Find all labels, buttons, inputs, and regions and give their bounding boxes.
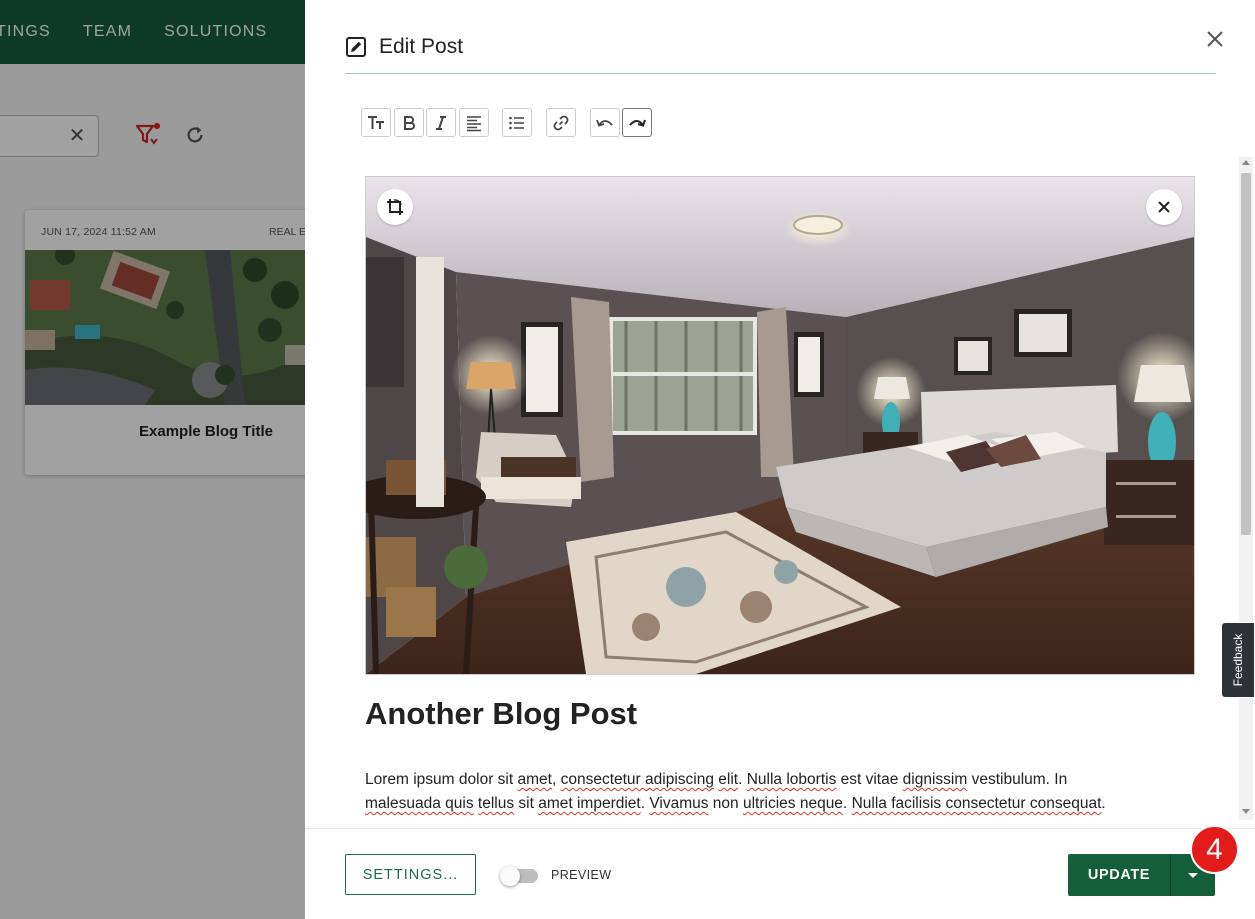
body-text: vestibulum. In [967, 771, 1068, 788]
bold-icon [404, 115, 415, 130]
post-content-area[interactable]: Another Blog Post Lorem ipsum dolor sit … [365, 176, 1195, 828]
feedback-label: Feedback [1231, 633, 1245, 687]
align-icon [467, 115, 481, 131]
scroll-down-icon[interactable] [1242, 809, 1250, 814]
misspelled-word[interactable]: amet [517, 771, 551, 788]
link-icon [553, 115, 569, 130]
body-text: . [738, 771, 747, 788]
hero-image[interactable] [365, 176, 1195, 675]
crop-image-button[interactable] [377, 189, 413, 225]
list-icon [509, 116, 524, 129]
undo-icon [596, 119, 613, 127]
bedroom-photo [366, 177, 1194, 674]
body-text: Lorem ipsum dolor sit [365, 771, 518, 788]
body-text: est vitae [836, 771, 903, 788]
crop-icon [387, 199, 403, 215]
scroll-up-icon[interactable] [1242, 160, 1250, 165]
misspelled-word[interactable]: dignissim [903, 771, 968, 788]
bold-button[interactable] [394, 108, 424, 137]
body-text: . [842, 795, 852, 812]
feedback-tab[interactable]: Feedback [1221, 622, 1255, 698]
italic-button[interactable] [426, 108, 456, 137]
body-text: . [1101, 795, 1106, 812]
edit-icon [346, 37, 366, 57]
text-size-icon [368, 115, 384, 129]
misspelled-word[interactable]: tellus [478, 795, 514, 812]
list-button[interactable] [502, 108, 532, 137]
redo-icon [629, 119, 646, 127]
body-text: non [708, 795, 743, 812]
step-badge: 4 [1190, 825, 1239, 874]
preview-toggle[interactable] [500, 866, 538, 886]
align-button[interactable] [459, 108, 489, 137]
content-scrollbar[interactable] [1239, 157, 1253, 820]
misspelled-word[interactable]: ultricies neque [743, 795, 843, 812]
misspelled-word[interactable]: consectetur adipiscing [561, 771, 714, 788]
close-icon [1158, 201, 1170, 213]
text-size-button[interactable] [361, 108, 391, 137]
drawer-title: Edit Post [379, 35, 464, 58]
misspelled-word[interactable]: Vivamus [649, 795, 708, 812]
edit-post-drawer: Edit Post Another Blog Post Lorem ipsum … [305, 0, 1255, 919]
scrollbar-thumb[interactable] [1241, 173, 1251, 535]
update-button[interactable]: UPDATE [1068, 854, 1170, 896]
drawer-header: Edit Post [345, 22, 1216, 74]
close-icon[interactable] [1204, 28, 1226, 50]
settings-button[interactable]: SETTINGS... [345, 854, 476, 895]
misspelled-word[interactable]: amet imperdiet [538, 795, 641, 812]
misspelled-word[interactable]: malesuada quis [365, 795, 474, 812]
modal-backdrop[interactable] [0, 0, 305, 919]
misspelled-word[interactable]: Nulla lobortis [747, 771, 837, 788]
drawer-footer: SETTINGS... PREVIEW UPDATE [305, 828, 1255, 919]
redo-button[interactable] [622, 108, 652, 137]
caret-down-icon [1188, 872, 1198, 878]
misspelled-word[interactable]: elit [718, 771, 738, 788]
body-text: , [551, 771, 561, 788]
post-body[interactable]: Lorem ipsum dolor sit amet, consectetur … [365, 768, 1170, 816]
link-button[interactable] [546, 108, 576, 137]
undo-button[interactable] [590, 108, 620, 137]
body-text: sit [514, 795, 539, 812]
preview-label: PREVIEW [551, 868, 612, 882]
toggle-knob[interactable] [500, 866, 520, 886]
post-title[interactable]: Another Blog Post [365, 696, 637, 732]
italic-icon [436, 115, 446, 130]
misspelled-word[interactable]: Nulla facilisis consectetur consequat [852, 795, 1102, 812]
remove-image-button[interactable] [1146, 189, 1182, 225]
background-app: TINGS TEAM SOLUTIONS ✕ JUN 17, 2024 11:5… [0, 0, 325, 919]
